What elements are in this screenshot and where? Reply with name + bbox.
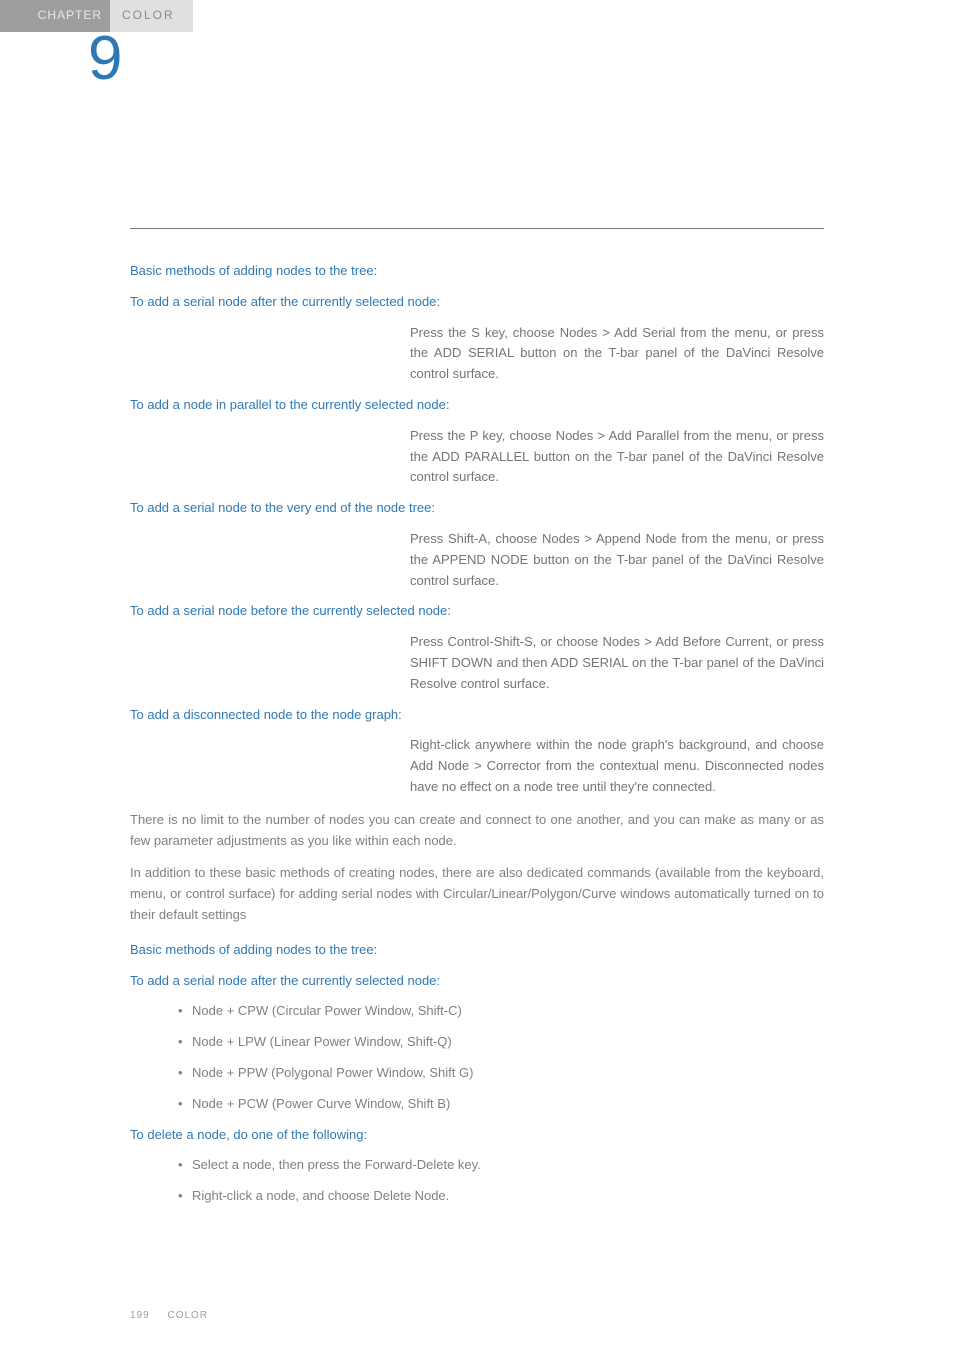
bullet-list: Select a node, then press the Forward-De… — [178, 1155, 824, 1207]
section-title: Basic methods of adding nodes to the tre… — [130, 940, 824, 961]
list-item: Node + PCW (Power Curve Window, Shift B) — [178, 1094, 824, 1115]
subheading: To add a serial node after the currently… — [130, 971, 824, 992]
subheading: To add a serial node before the currentl… — [130, 601, 824, 622]
paragraph: In addition to these basic methods of cr… — [130, 863, 824, 925]
divider — [130, 228, 824, 229]
footer-label: COLOR — [167, 1310, 208, 1321]
subheading: To add a node in parallel to the current… — [130, 395, 824, 416]
list-item: Node + CPW (Circular Power Window, Shift… — [178, 1001, 824, 1022]
body-text: Press Control-Shift-S, or choose Nodes >… — [410, 632, 824, 694]
list-item: Right-click a node, and choose Delete No… — [178, 1186, 824, 1207]
subheading: To add a serial node after the currently… — [130, 292, 824, 313]
page-footer: 199 COLOR — [130, 1308, 208, 1324]
body-text: Press Shift-A, choose Nodes > Append Nod… — [410, 529, 824, 591]
page-number: 199 — [130, 1310, 150, 1321]
paragraph: There is no limit to the number of nodes… — [130, 810, 824, 852]
list-item: Node + LPW (Linear Power Window, Shift-Q… — [178, 1032, 824, 1053]
list-item: Node + PPW (Polygonal Power Window, Shif… — [178, 1063, 824, 1084]
section-title: To delete a node, do one of the followin… — [130, 1125, 824, 1146]
body-text: Right-click anywhere within the node gra… — [410, 735, 824, 797]
subheading: To add a disconnected node to the node g… — [130, 705, 824, 726]
subheading: To add a serial node to the very end of … — [130, 498, 824, 519]
bullet-list: Node + CPW (Circular Power Window, Shift… — [178, 1001, 824, 1114]
body-text: Press the S key, choose Nodes > Add Seri… — [410, 323, 824, 385]
body-text: Press the P key, choose Nodes > Add Para… — [410, 426, 824, 488]
list-item: Select a node, then press the Forward-De… — [178, 1155, 824, 1176]
page-content: Basic methods of adding nodes to the tre… — [0, 228, 954, 1207]
section-title: Basic methods of adding nodes to the tre… — [130, 261, 824, 282]
chapter-number: 9 — [88, 28, 954, 90]
